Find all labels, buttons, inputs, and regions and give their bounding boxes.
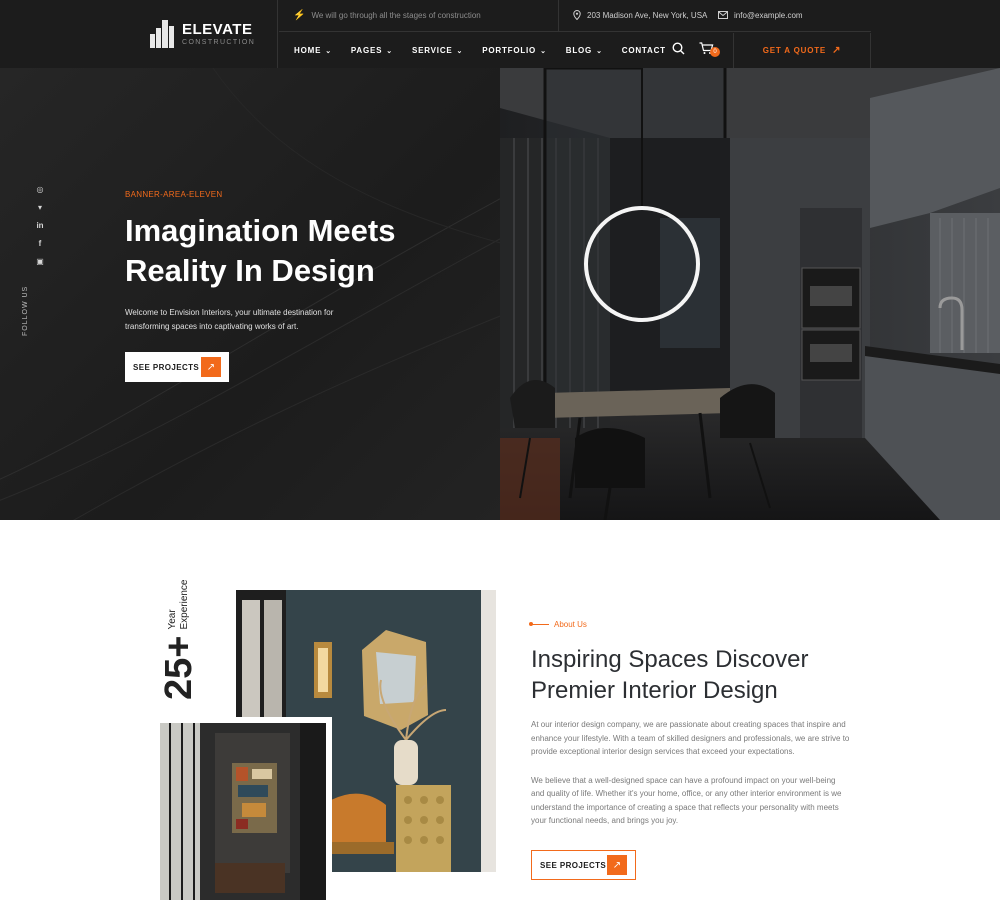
about-eyebrow-text: About Us — [554, 620, 587, 629]
nav-label: PAGES — [350, 46, 383, 55]
arrow-up-right-icon: ↗ — [607, 855, 627, 875]
instagram-icon[interactable]: ◎ — [37, 181, 44, 199]
building-logo-icon — [150, 20, 176, 48]
lightning-icon: ⚡ — [293, 10, 306, 21]
about-eyebrow: About Us — [529, 620, 851, 629]
nav-item-pages[interactable]: PAGES ⌄ — [351, 46, 393, 55]
nav-label: PORTFOLIO — [482, 46, 537, 55]
mail-icon — [718, 10, 728, 21]
social-links: ◎ ▾ in f ▣ — [33, 181, 47, 271]
arrow-up-right-icon: ↗ — [832, 45, 842, 56]
follow-us-label: FOLLOW US — [22, 285, 29, 336]
chevron-down-icon: ⌄ — [540, 47, 547, 55]
about-paragraph-1: At our interior design company, we are p… — [531, 720, 850, 756]
email[interactable]: info@example.com — [714, 0, 803, 32]
about-images — [160, 590, 500, 900]
hero-title: Imagination Meets Reality In Design — [125, 213, 396, 288]
quote-label: GET A QUOTE — [762, 46, 827, 55]
main-nav: HOME ⌄ PAGES ⌄ SERVICE ⌄ PORTFOLIO ⌄ BLOG ⌄ C… — [279, 33, 733, 68]
nav-item-contact[interactable]: CONTACT — [622, 46, 666, 55]
nav-label: HOME — [294, 46, 322, 55]
nav-item-home[interactable]: HOME ⌄ — [294, 46, 332, 55]
brand-logo[interactable]: ELEVATE CONSTRUCTION — [128, 0, 278, 68]
hero-eyebrow: BANNER-AREA-ELEVEN — [125, 190, 223, 199]
site-header: ELEVATE CONSTRUCTION ⚡ We will go throug… — [0, 0, 1000, 68]
arrow-up-right-icon: ↗ — [201, 357, 221, 377]
chevron-down-icon: ⌄ — [325, 47, 332, 55]
twitter-icon[interactable]: ▾ — [38, 199, 42, 217]
tagline-text: We will go through all the stages of con… — [311, 11, 481, 20]
hero-content: ◎ ▾ in f ▣ FOLLOW US BANNER-AREA-ELEVEN … — [0, 68, 500, 520]
youtube-icon[interactable]: ▣ — [36, 253, 44, 271]
about-section: About Us Inspiring Spaces Discover Premi… — [529, 620, 851, 828]
nav-item-blog[interactable]: BLOG ⌄ — [566, 46, 603, 55]
hero-kitchen-image — [500, 68, 1000, 520]
button-label: SEE PROJECTS — [133, 362, 200, 372]
experience-badge: 25+ Year Experience — [158, 574, 200, 701]
hero-banner: ◎ ▾ in f ▣ FOLLOW US BANNER-AREA-ELEVEN … — [0, 68, 1000, 520]
decorative-lines — [0, 68, 500, 520]
address-text: 203 Madison Ave, New York, USA — [587, 11, 708, 20]
search-icon[interactable] — [672, 42, 685, 60]
chevron-down-icon: ⌄ — [386, 47, 393, 55]
brand-name: ELEVATE — [182, 20, 253, 38]
years-label: Year Experience — [167, 579, 190, 630]
button-label: SEE PROJECTS — [540, 860, 607, 870]
address[interactable]: 203 Madison Ave, New York, USA — [559, 0, 714, 32]
years-number: 25+ — [158, 635, 200, 700]
facebook-icon[interactable]: f — [39, 235, 42, 253]
page: ELEVATE CONSTRUCTION ⚡ We will go throug… — [0, 0, 1000, 900]
top-info-bar: ⚡ We will go through all the stages of c… — [279, 0, 871, 32]
chevron-down-icon: ⌄ — [456, 47, 464, 55]
about-paragraph-2: We believe that a well-designed space ca… — [531, 775, 842, 826]
location-pin-icon — [573, 9, 581, 22]
about-hallway-image — [160, 717, 332, 900]
see-projects-button[interactable]: SEE PROJECTS ↗ — [125, 352, 229, 382]
nav-label: BLOG — [565, 46, 593, 55]
chevron-down-icon: ⌄ — [596, 47, 603, 55]
cart-icon[interactable]: 0 — [699, 42, 720, 60]
nav-item-portfolio[interactable]: PORTFOLIO ⌄ — [482, 46, 547, 55]
cart-count-badge: 0 — [710, 47, 720, 57]
nav-label: CONTACT — [621, 46, 666, 55]
hero-description: Welcome to Envision Interiors, your ulti… — [125, 308, 334, 331]
about-see-projects-button[interactable]: SEE PROJECTS ↗ — [531, 850, 636, 880]
tagline: ⚡ We will go through all the stages of c… — [279, 0, 559, 32]
nav-item-service[interactable]: SERVICE ⌄ — [412, 46, 463, 55]
brand-subtitle: CONSTRUCTION — [182, 38, 256, 46]
get-a-quote-button[interactable]: GET A QUOTE ↗ — [733, 33, 871, 68]
email-text: info@example.com — [734, 11, 803, 20]
eyebrow-line-icon — [529, 622, 549, 626]
linkedin-icon[interactable]: in — [36, 217, 43, 235]
nav-label: SERVICE — [411, 46, 453, 55]
about-title: Inspiring Spaces Discover Premier Interi… — [531, 646, 809, 704]
